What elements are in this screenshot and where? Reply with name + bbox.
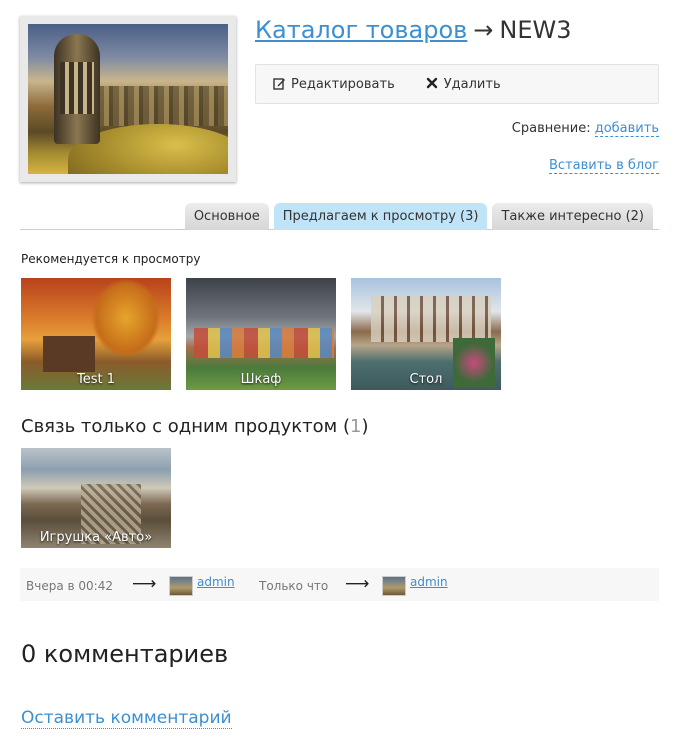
recommended-item-wardrobe[interactable]: Шкаф [186, 278, 336, 390]
relation-open-paren: ( [342, 416, 350, 437]
tab-list: Основное Предлагаем к просмотру (3) Такж… [180, 203, 653, 230]
product-name: NEW3 [499, 16, 572, 44]
avatar[interactable] [382, 576, 406, 596]
updated-user-link[interactable]: admin [410, 575, 448, 589]
relation-title: Связь только с одним продуктом (1) [21, 416, 368, 437]
embed-in-blog-link[interactable]: Вставить в блог [549, 158, 659, 174]
thumb-caption: Test 1 [76, 372, 115, 387]
created-time: Вчера в 00:42 [26, 579, 113, 593]
embed-row: Вставить в блог [549, 158, 659, 174]
breadcrumb-arrow: → [473, 16, 494, 44]
history-arrow: ⟶ [132, 574, 157, 594]
edit-label: Редактировать [291, 76, 395, 92]
product-action-bar: Редактировать Удалить [255, 64, 659, 104]
compare-add-link[interactable]: добавить [594, 121, 659, 137]
edit-icon [272, 77, 286, 91]
tab-suggested[interactable]: Предлагаем к просмотру (3) [273, 203, 488, 230]
compare-row: Сравнение: добавить [511, 121, 659, 137]
delete-button[interactable]: Удалить [425, 77, 501, 92]
photo-monument [54, 34, 100, 144]
thumb-caption: Игрушка «Авто» [39, 530, 153, 545]
related-item-toy-car[interactable]: Игрушка «Авто» [21, 448, 171, 548]
history-arrow: ⟶ [345, 574, 370, 594]
relation-close-paren: ) [361, 416, 369, 437]
created-user-link[interactable]: admin [197, 575, 235, 589]
comments-count: 0 комментариев [21, 640, 229, 668]
close-icon [425, 77, 439, 91]
thumb-caption: Шкаф [240, 372, 282, 387]
page-title: Каталог товаров → NEW3 [255, 16, 572, 44]
recommended-item-table[interactable]: Стол [351, 278, 501, 390]
tab-main[interactable]: Основное [184, 203, 269, 230]
delete-label: Удалить [443, 76, 501, 92]
leave-comment-link[interactable]: Оставить комментарий [21, 708, 232, 729]
avatar[interactable] [169, 576, 193, 596]
compare-label: Сравнение: [511, 121, 591, 136]
relation-title-text: Связь только с одним продуктом [21, 416, 338, 437]
product-main-image[interactable] [20, 16, 236, 182]
history-bar: Вчера в 00:42 ⟶ admin Только что ⟶ admin [20, 568, 659, 601]
thumb-caption: Стол [409, 372, 443, 387]
relation-count: 1 [350, 416, 362, 437]
edit-button[interactable]: Редактировать [272, 77, 395, 92]
updated-time: Только что [259, 579, 329, 593]
recommended-item-test-1[interactable]: Test 1 [21, 278, 171, 390]
product-tabs: Основное Предлагаем к просмотру (3) Такж… [20, 201, 659, 230]
recommended-title: Рекомендуется к просмотру [21, 252, 201, 266]
photo-city [98, 86, 228, 126]
product-photo [28, 24, 228, 174]
catalog-breadcrumb-link[interactable]: Каталог товаров [255, 16, 467, 44]
tab-also-interesting[interactable]: Также интересно (2) [492, 203, 653, 230]
